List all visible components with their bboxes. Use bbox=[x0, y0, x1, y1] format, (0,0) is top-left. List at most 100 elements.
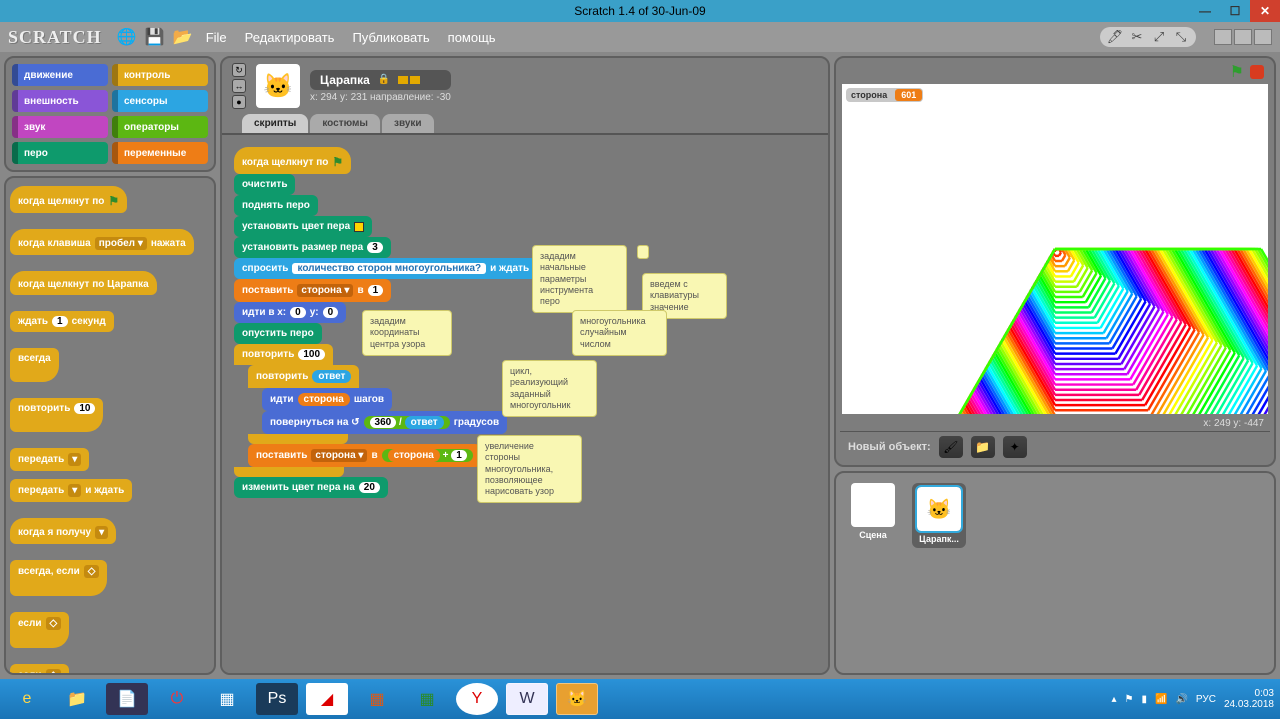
import-sprite-icon[interactable]: 📁 bbox=[971, 436, 995, 458]
surprise-sprite-icon[interactable]: ✦ bbox=[1003, 436, 1027, 458]
comment-6[interactable]: увеличение стороны многоугольника, позво… bbox=[477, 435, 582, 503]
sprites-list: Сцена 🐱 Царапк... bbox=[834, 471, 1276, 675]
green-flag-button[interactable]: ⚑ bbox=[1230, 62, 1244, 82]
block-pen-down[interactable]: опустить перо bbox=[234, 323, 322, 344]
block-pen-up[interactable]: поднять перо bbox=[234, 195, 318, 216]
grow-icon[interactable]: ⤢ bbox=[1150, 29, 1168, 45]
scene-thumbnail[interactable]: Сцена bbox=[846, 483, 900, 540]
palette-forever[interactable]: всегда bbox=[10, 348, 59, 382]
cat-control[interactable]: контроль bbox=[112, 64, 208, 86]
taskbar-power-icon[interactable]: ⏻ bbox=[156, 683, 198, 715]
tray-volume-icon[interactable]: 🔊 bbox=[1175, 694, 1187, 705]
tab-sounds[interactable]: звуки bbox=[382, 114, 434, 133]
palette-when-flag[interactable]: когда щелкнут по ⚑ bbox=[10, 186, 127, 213]
taskbar-ie-icon[interactable]: e bbox=[6, 683, 48, 715]
tray-lang[interactable]: РУС bbox=[1196, 694, 1216, 705]
block-clear[interactable]: очистить bbox=[234, 174, 295, 195]
palette-repeat[interactable]: повторить 10 bbox=[10, 398, 103, 432]
variable-watcher[interactable]: сторона 601 bbox=[846, 88, 923, 102]
taskbar-ppt-icon[interactable]: ▦ bbox=[356, 683, 398, 715]
view-present-icon[interactable] bbox=[1254, 29, 1272, 45]
rotate-lr-icon[interactable]: ↔ bbox=[232, 79, 246, 93]
taskbar-app1-icon[interactable]: ▦ bbox=[206, 683, 248, 715]
comment-1[interactable]: зададим начальные параметры инструмента … bbox=[532, 245, 627, 313]
tab-costumes[interactable]: костюмы bbox=[310, 114, 380, 133]
palette-forever-if[interactable]: всегда, если ◇ bbox=[10, 560, 107, 596]
taskbar-scratch-icon[interactable]: 🐱 bbox=[556, 683, 598, 715]
palette-broadcast-wait[interactable]: передать ▾ и ждать bbox=[10, 479, 132, 502]
palette-if2[interactable]: если ◇ bbox=[10, 664, 69, 675]
rotate-none-icon[interactable]: ● bbox=[232, 95, 246, 109]
menu-share[interactable]: Публиковать bbox=[348, 28, 433, 47]
category-selector: движение контроль внешность сенсоры звук… bbox=[4, 56, 216, 172]
comment-tab[interactable] bbox=[637, 245, 649, 259]
menu-file[interactable]: File bbox=[202, 28, 231, 47]
cat-sound[interactable]: звук bbox=[12, 116, 108, 138]
stop-button[interactable] bbox=[1250, 65, 1264, 79]
loop-end-outer[interactable] bbox=[234, 467, 344, 477]
palette-when-sprite[interactable]: когда щелкнут по Царапка bbox=[10, 271, 157, 295]
block-set-pen-color[interactable]: установить цвет пера bbox=[234, 216, 372, 237]
palette-broadcast[interactable]: передать ▾ bbox=[10, 448, 89, 471]
sprite-name-field[interactable]: Царапка 🔒 bbox=[310, 70, 451, 90]
tray-network-icon[interactable]: 📶 bbox=[1155, 694, 1167, 705]
maximize-button[interactable]: ☐ bbox=[1220, 0, 1250, 22]
open-icon[interactable]: 📂 bbox=[174, 28, 192, 46]
cat-operators[interactable]: операторы bbox=[112, 116, 208, 138]
tray-up-icon[interactable]: ▴ bbox=[1111, 694, 1116, 705]
loop-end-inner[interactable] bbox=[248, 434, 348, 444]
cat-pen[interactable]: перо bbox=[12, 142, 108, 164]
taskbar-ps-icon[interactable]: Ps bbox=[256, 683, 298, 715]
palette-when-receive[interactable]: когда я получу ▾ bbox=[10, 518, 116, 544]
tray-clock[interactable]: 0:03 24.03.2018 bbox=[1224, 688, 1274, 710]
shrink-icon[interactable]: ⤡ bbox=[1172, 29, 1190, 45]
taskbar-word2-icon[interactable]: W bbox=[506, 683, 548, 715]
tray-battery-icon[interactable]: ▮ bbox=[1141, 694, 1147, 705]
block-set-var[interactable]: поставить сторона ▾ в 1 bbox=[234, 279, 391, 302]
taskbar-app2-icon[interactable]: ◢ bbox=[306, 683, 348, 715]
tab-scripts[interactable]: скрипты bbox=[242, 114, 308, 133]
lock-icon: 🔒 bbox=[378, 74, 390, 85]
palette-if[interactable]: если ◇ bbox=[10, 612, 69, 648]
taskbar-explorer-icon[interactable]: 📁 bbox=[56, 683, 98, 715]
cat-variables[interactable]: переменные bbox=[112, 142, 208, 164]
block-when-flag[interactable]: когда щелкнут по ⚑ bbox=[234, 147, 351, 174]
sprite-coords: x: 294 y: 231 направление: -30 bbox=[310, 92, 451, 103]
comment-4[interactable]: зададим координаты центра узора bbox=[362, 310, 452, 356]
cat-motion[interactable]: движение bbox=[12, 64, 108, 86]
view-normal-icon[interactable] bbox=[1234, 29, 1252, 45]
cat-sensing[interactable]: сенсоры bbox=[112, 90, 208, 112]
comment-3[interactable]: многоугольника случайным числом bbox=[572, 310, 667, 356]
block-repeat-inner[interactable]: повторить ответ bbox=[248, 365, 359, 388]
stage[interactable]: сторона 601 bbox=[842, 84, 1268, 414]
globe-icon[interactable]: 🌐 bbox=[118, 28, 136, 46]
tray-action-icon[interactable]: ⚑ bbox=[1125, 694, 1134, 705]
palette-wait[interactable]: ждать 1 секунд bbox=[10, 311, 114, 332]
paint-sprite-icon[interactable]: 🖌 bbox=[939, 436, 963, 458]
block-goto[interactable]: идти в x: 0 y: 0 bbox=[234, 302, 346, 323]
sprite-thumbnail-1[interactable]: 🐱 Царапк... bbox=[912, 483, 966, 548]
menu-edit[interactable]: Редактировать bbox=[241, 28, 339, 47]
palette-when-key[interactable]: когда клавиша пробел ▾ нажата bbox=[10, 229, 194, 255]
menu-help[interactable]: помощь bbox=[444, 28, 500, 47]
block-set-pen-size[interactable]: установить размер пера 3 bbox=[234, 237, 391, 258]
taskbar-word-icon[interactable]: 📄 bbox=[106, 683, 148, 715]
rotate-free-icon[interactable]: ↻ bbox=[232, 63, 246, 77]
taskbar-yandex-icon[interactable]: Y bbox=[456, 683, 498, 715]
block-set-var2[interactable]: поставить сторона ▾ в сторона + 1 bbox=[248, 444, 481, 467]
taskbar-excel-icon[interactable]: ▦ bbox=[406, 683, 448, 715]
block-ask[interactable]: спросить количество сторон многоугольник… bbox=[234, 258, 537, 279]
block-change-pen-color[interactable]: изменить цвет пера на 20 bbox=[234, 477, 388, 498]
block-repeat-outer[interactable]: повторить 100 bbox=[234, 344, 333, 365]
script-area[interactable]: когда щелкнут по ⚑ очистить поднять перо… bbox=[222, 133, 828, 673]
block-turn[interactable]: повернуться на ↺ 360 / ответ градусов bbox=[262, 411, 507, 434]
stamp-icon[interactable]: 🖊 bbox=[1106, 29, 1124, 45]
block-move[interactable]: идти сторона шагов bbox=[262, 388, 392, 411]
save-icon[interactable]: 💾 bbox=[146, 28, 164, 46]
view-small-icon[interactable] bbox=[1214, 29, 1232, 45]
comment-5[interactable]: цикл, реализующий заданный многоугольник bbox=[502, 360, 597, 417]
minimize-button[interactable]: — bbox=[1190, 0, 1220, 22]
cat-looks[interactable]: внешность bbox=[12, 90, 108, 112]
cut-icon[interactable]: ✂ bbox=[1128, 29, 1146, 45]
close-button[interactable]: ✕ bbox=[1250, 0, 1280, 22]
